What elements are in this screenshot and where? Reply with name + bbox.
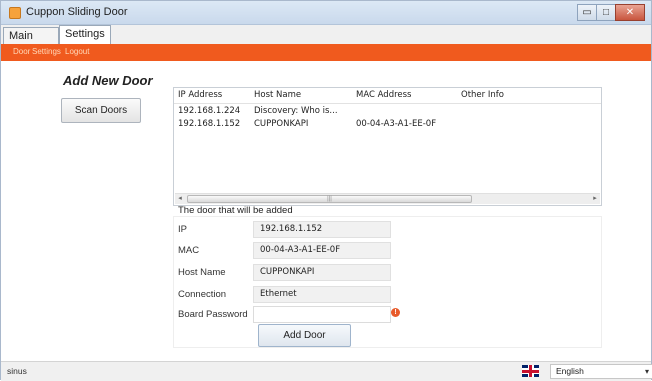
language-value: English xyxy=(556,366,584,376)
list-row[interactable]: 192.168.1.224 Discovery: Who is... xyxy=(174,105,601,118)
language-select[interactable]: English ▾ xyxy=(550,364,652,379)
window-title: Cuppon Sliding Door xyxy=(26,6,128,18)
column-header-other[interactable]: Other Info xyxy=(461,90,504,100)
cell-ip: 192.168.1.224 xyxy=(178,106,241,116)
app-window: Cuppon Sliding Door ▭ □ ✕ Main Page Sett… xyxy=(0,0,652,381)
menu-bar: Door Settings Logout xyxy=(1,44,651,61)
form-caption: The door that will be added xyxy=(178,205,293,216)
chevron-down-icon[interactable]: ▾ xyxy=(645,365,649,378)
discovered-doors-list[interactable]: IP Address Host Name MAC Address Other I… xyxy=(173,87,602,206)
cell-mac: 00-04-A3-A1-EE-0F xyxy=(356,119,437,129)
column-header-mac[interactable]: MAC Address xyxy=(356,90,412,100)
cell-host: Discovery: Who is... xyxy=(254,106,338,116)
scroll-right-icon[interactable]: ▸ xyxy=(590,194,600,204)
menu-item-door[interactable]: Door xyxy=(13,47,30,56)
menu-item-settings[interactable]: Settings xyxy=(32,47,61,56)
add-door-button[interactable]: Add Door xyxy=(258,324,351,347)
menu-item-logout[interactable]: Logout xyxy=(65,47,89,56)
scroll-left-icon[interactable]: ◂ xyxy=(175,194,185,204)
list-header: IP Address Host Name MAC Address Other I… xyxy=(174,88,601,104)
cell-ip: 192.168.1.152 xyxy=(178,119,241,129)
column-header-ip[interactable]: IP Address xyxy=(178,90,222,100)
title-bar: Cuppon Sliding Door ▭ □ ✕ xyxy=(1,1,651,25)
uk-flag-icon xyxy=(522,365,539,377)
tab-settings[interactable]: Settings xyxy=(59,25,111,44)
minimize-button[interactable]: ▭ xyxy=(577,4,597,21)
close-button[interactable]: ✕ xyxy=(615,4,645,21)
maximize-button[interactable]: □ xyxy=(596,4,616,21)
page-title: Add New Door xyxy=(63,73,153,88)
host-name-label: Host Name xyxy=(178,267,226,278)
warning-icon: ! xyxy=(391,308,400,317)
cell-host: CUPPONKAPI xyxy=(254,119,309,129)
scan-doors-button[interactable]: Scan Doors xyxy=(61,98,141,123)
mac-field: 00-04-A3-A1-EE-0F xyxy=(253,242,391,259)
board-password-label: Board Password xyxy=(178,309,248,320)
tab-main-page[interactable]: Main Page xyxy=(3,27,59,58)
board-password-input[interactable] xyxy=(253,306,391,323)
app-icon xyxy=(9,7,21,19)
host-name-field: CUPPONKAPI xyxy=(253,264,391,281)
status-bar: sinus English ▾ xyxy=(1,361,652,381)
window-controls: ▭ □ ✕ xyxy=(577,4,645,21)
content-area: Add New Door Scan Doors IP Address Host … xyxy=(1,61,651,361)
ip-label: IP xyxy=(178,224,187,235)
mac-label: MAC xyxy=(178,245,200,256)
tab-strip: Main Page Settings xyxy=(1,25,651,58)
connection-field: Ethernet xyxy=(253,286,391,303)
scroll-thumb[interactable]: ||| xyxy=(187,195,472,203)
horizontal-scrollbar[interactable]: ◂ ||| ▸ xyxy=(175,193,600,204)
ip-field: 192.168.1.152 xyxy=(253,221,391,238)
status-text: sinus xyxy=(7,366,27,376)
column-header-host[interactable]: Host Name xyxy=(254,90,301,100)
connection-label: Connection xyxy=(178,289,227,300)
list-row[interactable]: 192.168.1.152 CUPPONKAPI 00-04-A3-A1-EE-… xyxy=(174,118,601,131)
